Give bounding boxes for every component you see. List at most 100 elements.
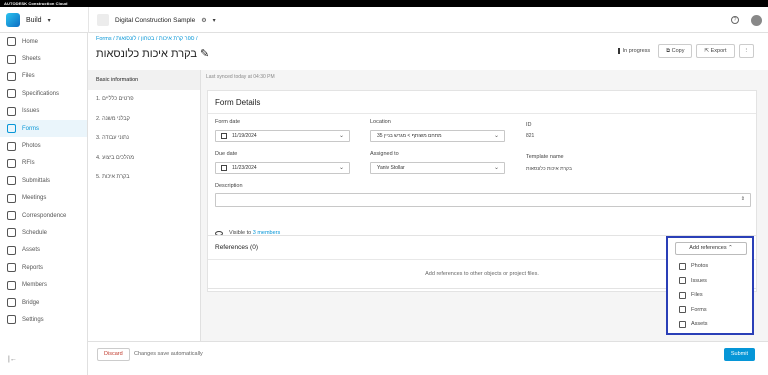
breadcrumb[interactable]: Forms / ספר קרת איכות / בטחון / לונסואות… [96, 36, 198, 42]
assets-icon [679, 320, 686, 328]
export-button[interactable]: ⇱ Export [696, 44, 735, 58]
sidebar-item-submittals[interactable]: Submittals [0, 172, 87, 189]
more-menu-button[interactable]: ⋮ [738, 44, 754, 58]
location-label: Location [370, 119, 391, 125]
sidebar: Home Sheets Files Specifications Issues Forms… [0, 33, 88, 375]
sidebar-item-issues[interactable]: Issues [0, 103, 87, 120]
sidebar-item-label: Home [22, 38, 39, 45]
settings-icon [7, 315, 16, 325]
sidebar-item-settings[interactable]: Settings [0, 311, 87, 328]
chevron-down-icon: ⌄ [338, 165, 344, 171]
sidebar-item-sheets[interactable]: Sheets [0, 50, 87, 67]
files-icon [7, 71, 16, 81]
sidebar-item-home[interactable]: Home [0, 33, 87, 50]
collapse-sidebar-icon[interactable]: |← [8, 356, 17, 363]
copy-button[interactable]: ⧉ Copy [658, 44, 693, 58]
template-name-label: Template name [526, 154, 564, 160]
product-name: Build [26, 16, 42, 24]
add-reference-option-assets[interactable]: Assets [675, 317, 747, 332]
chevron-down-icon: ▾ [47, 17, 51, 24]
resize-icon: ⇕ [740, 196, 745, 202]
description-field[interactable]: ⇕ [215, 193, 751, 207]
members-icon [7, 280, 16, 290]
add-references-dropdown: Add references ⌃ Photos Issues Files Forms A… [666, 236, 754, 335]
footer: Discard Changes save automatically Submi… [88, 341, 768, 375]
submit-button[interactable]: Submit [723, 348, 755, 361]
sidebar-item-schedule[interactable]: Schedule [0, 224, 87, 241]
assigned-to-value: Yaniv Stollar [377, 165, 405, 171]
brand-label: AUTODESK Construction Cloud [4, 1, 68, 6]
sidebar-item-forms[interactable]: Forms [0, 119, 87, 138]
sidebar-item-label: RFIs [22, 160, 35, 167]
issues-icon [679, 277, 686, 285]
sidebar-item-label: Issues [22, 108, 40, 115]
divider [208, 113, 756, 114]
sidebar-item-label: Sheets [22, 56, 41, 63]
sidebar-item-label: Files [22, 73, 35, 80]
issues-icon [7, 106, 16, 116]
sidebar-item-label: Photos [22, 143, 41, 150]
sidebar-item-specifications[interactable]: Specifications [0, 85, 87, 102]
sidebar-item-correspondence[interactable]: Correspondence [0, 207, 87, 224]
assigned-to-field[interactable]: Yaniv Stollar ⌄ [370, 162, 505, 174]
sidebar-item-label: Settings [22, 316, 44, 323]
product-selector[interactable]: Build ▾ [0, 7, 88, 33]
due-date-label: Due date [215, 151, 238, 157]
sidebar-item-meetings[interactable]: Meetings [0, 190, 87, 207]
section-item[interactable]: 3. נתוני עבודה [88, 129, 200, 149]
location-value: 35 מתחם משותף > מגרש בניין [377, 133, 442, 139]
rfis-icon [7, 158, 16, 168]
id-value: 821 [526, 133, 535, 139]
sidebar-item-label: Correspondence [22, 212, 67, 219]
form-details-title: Form Details [215, 98, 261, 107]
section-nav: Basic information 1. פרטים כלליים 2. קבלני… [88, 70, 201, 341]
discard-button[interactable]: Discard [97, 348, 130, 361]
add-references-label: Add references [689, 245, 727, 251]
location-field[interactable]: 35 מתחם משותף > מגרש בניין ⌄ [370, 130, 505, 142]
meetings-icon [7, 193, 16, 203]
home-icon [7, 37, 16, 47]
sync-status: Last synced today at 04:30 PM [206, 74, 275, 80]
option-label: Issues [691, 277, 707, 284]
chevron-down-icon: ⌄ [338, 133, 344, 139]
project-selector[interactable]: Digital Construction Sample ⚙ ▾ [88, 7, 216, 33]
add-reference-option-issues[interactable]: Issues [675, 274, 747, 289]
photos-icon [7, 141, 16, 151]
sidebar-item-bridge[interactable]: Bridge [0, 294, 87, 311]
sidebar-item-files[interactable]: Files [0, 68, 87, 85]
photos-icon [679, 262, 686, 270]
help-icon[interactable]: ? [731, 16, 739, 24]
chevron-down-icon: ⌄ [493, 133, 499, 139]
sidebar-item-photos[interactable]: Photos [0, 137, 87, 154]
option-label: Assets [691, 321, 708, 328]
form-date-field[interactable]: 11/19/2024 ⌄ [215, 130, 350, 142]
schedule-icon [7, 228, 16, 238]
page-title-text: בקרת איכות כלונסאות [96, 48, 197, 60]
edit-icon[interactable]: ✎ [200, 48, 209, 60]
sidebar-item-members[interactable]: Members [0, 276, 87, 293]
due-date-field[interactable]: 11/23/2024 ⌄ [215, 162, 350, 174]
add-reference-option-photos[interactable]: Photos [675, 259, 747, 274]
section-item[interactable]: 2. קבלני משנה [88, 109, 200, 129]
add-reference-option-files[interactable]: Files [675, 288, 747, 303]
option-label: Photos [691, 263, 709, 270]
section-item[interactable]: 4. מהלכים ביצוע [88, 148, 200, 168]
section-item[interactable]: 5. בקרת איכות [88, 168, 200, 188]
chevron-down-icon: ▾ [212, 17, 216, 24]
section-item[interactable]: 1. פרטים כלליים [88, 90, 200, 110]
sidebar-item-rfis[interactable]: RFIs [0, 155, 87, 172]
sidebar-item-label: Members [22, 282, 48, 289]
forms-icon [679, 306, 686, 314]
id-label: ID [526, 122, 532, 128]
sidebar-item-reports[interactable]: Reports [0, 259, 87, 276]
add-reference-option-forms[interactable]: Forms [675, 303, 747, 318]
calendar-icon [221, 133, 227, 139]
section-item[interactable]: Basic information [88, 70, 200, 90]
avatar[interactable] [751, 14, 762, 26]
form-date-label: Form date [215, 119, 241, 125]
add-references-button[interactable]: Add references ⌃ [675, 242, 747, 255]
form-actions: In progress ⧉ Copy ⇱ Export ⋮ [617, 44, 754, 58]
page-title: בקרת איכות כלונסאות ✎ [96, 47, 209, 60]
sidebar-item-assets[interactable]: Assets [0, 242, 87, 259]
bridge-icon [7, 298, 16, 308]
